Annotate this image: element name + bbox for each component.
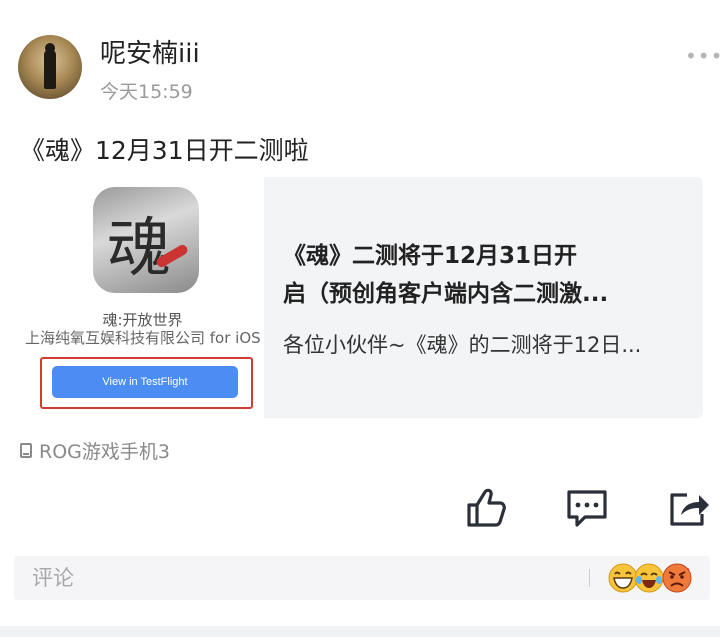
share-icon bbox=[670, 493, 709, 526]
app-icon: 魂 bbox=[93, 187, 199, 293]
card-title-line-1: 《魂》二测将于12月31日开 bbox=[283, 243, 578, 269]
post-text: 《魂》12月31日开二测啦 bbox=[20, 136, 309, 165]
phone-icon bbox=[20, 443, 32, 458]
comment-bar bbox=[14, 556, 710, 600]
app-company: 上海纯氧互娱科技有限公司 for iOS bbox=[25, 329, 261, 347]
comment-icon bbox=[567, 490, 607, 527]
device-label: ROG游戏手机3 bbox=[39, 441, 170, 463]
card-description: 各位小伙伴~《魂》的二测将于12日... bbox=[283, 333, 642, 357]
like-button[interactable] bbox=[464, 486, 508, 530]
device-source: ROG游戏手机3 bbox=[20, 437, 170, 464]
app-icon-glyph: 魂 bbox=[107, 212, 171, 286]
comment-button[interactable] bbox=[565, 486, 609, 530]
card-thumbnail: 魂 魂:开放世界 上海纯氧互娱科技有限公司 for iOS View in Te… bbox=[21, 177, 264, 418]
view-in-testflight-button[interactable]: View in TestFlight bbox=[52, 366, 238, 398]
comment-bar-divider bbox=[589, 569, 590, 587]
angry-face-emoji[interactable] bbox=[662, 563, 692, 593]
comment-input[interactable] bbox=[32, 556, 572, 600]
post-timestamp: 今天15:59 bbox=[100, 81, 193, 103]
card-title-line-2: 启（预创角客户端内含二测激... bbox=[283, 281, 609, 307]
avatar[interactable] bbox=[18, 35, 82, 99]
thumbs-up-icon bbox=[467, 488, 506, 527]
share-button[interactable] bbox=[667, 486, 711, 530]
username[interactable]: 呢安楠iii bbox=[100, 33, 200, 70]
more-options-icon[interactable]: ••• bbox=[685, 44, 720, 68]
bottom-divider bbox=[0, 626, 720, 637]
card-title: 《魂》二测将于12月31日开 启（预创角客户端内含二测激... bbox=[283, 237, 683, 313]
avatar-figure bbox=[44, 49, 56, 89]
tears-of-joy-emoji[interactable] bbox=[634, 563, 664, 593]
link-card[interactable]: 魂 魂:开放世界 上海纯氧互娱科技有限公司 for iOS View in Te… bbox=[21, 177, 703, 418]
